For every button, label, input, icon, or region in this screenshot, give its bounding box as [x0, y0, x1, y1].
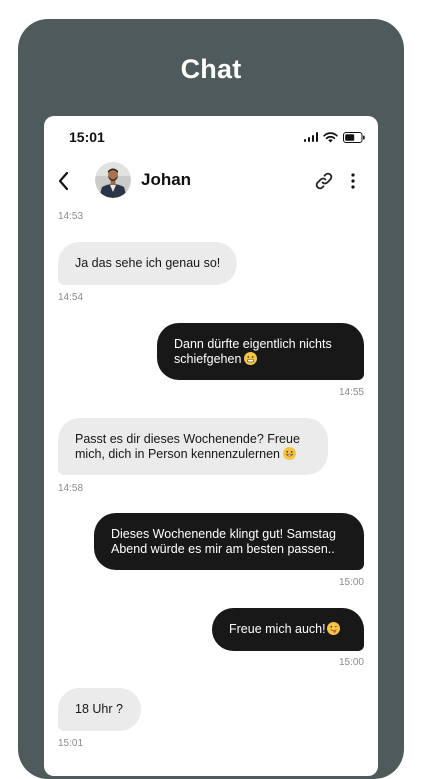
status-time: 15:01: [69, 129, 105, 145]
incoming-message-bubble[interactable]: 18 Uhr ?: [58, 688, 141, 731]
incoming-message-bubble[interactable]: Passt es dir dieses Wochenende? Freue mi…: [58, 418, 328, 475]
contact-name[interactable]: Johan: [141, 170, 191, 190]
message-text: Passt es dir dieses Wochenende? Freue mi…: [75, 431, 300, 461]
message-timestamp: 14:53: [58, 211, 84, 222]
avatar[interactable]: [95, 162, 131, 198]
message-timestamp: 15:00: [338, 577, 364, 588]
grinning-face-emoji-icon: [282, 446, 296, 460]
message-text: Dieses Wochenende klingt gut! Samstag Ab…: [111, 526, 336, 556]
wifi-icon: [323, 131, 338, 142]
grimacing-face-emoji-icon: [244, 351, 258, 365]
more-vertical-icon[interactable]: [346, 170, 360, 192]
message-timestamp: 15:01: [58, 738, 84, 749]
incoming-message-bubble[interactable]: Ja das sehe ich genau so!: [58, 242, 238, 285]
outgoing-message-bubble[interactable]: Dann dürfte eigentlich nichts schiefgehe…: [157, 323, 364, 380]
chat-header: Johan: [44, 162, 378, 200]
cellular-signal-icon: [303, 132, 318, 142]
avatar-photo: [95, 162, 131, 198]
phone-screen: 15:01 Johan 14:53 Ja das sehe ich genau …: [44, 116, 378, 776]
outgoing-message-bubble[interactable]: Dieses Wochenende klingt gut! Samstag Ab…: [94, 513, 364, 570]
battery-icon: [343, 131, 365, 143]
message-timestamp: 14:54: [58, 292, 84, 303]
message-timestamp: 15:00: [338, 657, 364, 668]
winking-tongue-face-emoji-icon: [326, 622, 340, 635]
link-icon[interactable]: [313, 170, 335, 192]
outgoing-message-bubble[interactable]: Freue mich auch!: [212, 608, 364, 651]
message-timestamp: 14:58: [58, 483, 84, 494]
back-chevron-icon[interactable]: [56, 169, 72, 193]
message-timestamp: 14:55: [338, 387, 364, 398]
message-text: Ja das sehe ich genau so!: [75, 256, 221, 270]
status-icons: [303, 130, 366, 144]
message-text: 18 Uhr ?: [75, 702, 123, 716]
page-title: Chat: [180, 54, 242, 84]
message-text: Freue mich auch!: [229, 622, 326, 636]
